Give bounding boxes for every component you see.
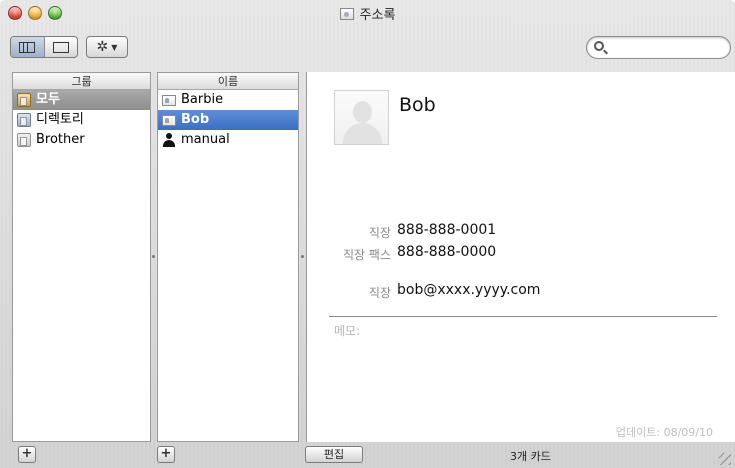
column-splitter-handle[interactable] — [152, 255, 155, 258]
title-bar: 주소록 ✲ ▼ — [0, 0, 735, 66]
group-item-all[interactable]: 모두 — [13, 90, 150, 110]
directory-icon — [17, 113, 31, 127]
add-group-button[interactable]: + — [18, 446, 36, 463]
group-icon — [17, 133, 31, 147]
work-fax-value[interactable]: 888-888-0000 — [397, 244, 496, 260]
updated-timestamp: 업데이트: 08/09/10 — [615, 426, 713, 439]
group-item-label: 디렉토리 — [36, 112, 84, 127]
group-icon — [17, 93, 31, 107]
address-book-icon — [339, 8, 354, 20]
person-icon — [162, 133, 176, 147]
view-mode-segmented-control — [10, 36, 78, 58]
chevron-down-icon: ▼ — [111, 42, 118, 52]
name-item-label: Barbie — [181, 92, 224, 107]
work-phone-value[interactable]: 888-888-0001 — [397, 222, 496, 238]
edit-button[interactable]: 편집 — [305, 446, 363, 463]
groups-column-header: 그룹 — [13, 73, 150, 90]
contact-photo[interactable] — [334, 90, 389, 145]
group-item-label: 모두 — [36, 92, 60, 107]
names-column-header: 이름 — [158, 73, 298, 90]
card-count-status: 3개 카드 — [510, 450, 551, 463]
window-title-text: 주소록 — [359, 8, 396, 23]
window-title: 주소록 — [0, 4, 735, 23]
search-icon — [594, 41, 604, 51]
card-icon — [162, 114, 176, 126]
name-item-bob[interactable]: Bob — [158, 110, 298, 130]
work-fax-label[interactable]: 직장 팩스 — [307, 246, 391, 263]
name-item-manual[interactable]: manual — [158, 130, 298, 150]
gear-icon: ✲ — [96, 39, 109, 55]
group-item-label: Brother — [36, 132, 85, 147]
name-item-label: manual — [181, 132, 230, 147]
bottom-toolbar: + + 편집 3개 카드 — [0, 442, 735, 468]
card-view-icon — [52, 41, 69, 53]
action-menu-button[interactable]: ✲ ▼ — [86, 36, 128, 58]
contact-name: Bob — [399, 94, 436, 116]
three-column-view-button[interactable] — [11, 37, 44, 57]
card-only-view-button[interactable] — [43, 37, 78, 57]
contact-card: Bob 직장 888-888-0001 직장 팩스 888-888-0000 직… — [306, 72, 735, 442]
work-phone-label[interactable]: 직장 — [307, 224, 391, 241]
names-column: 이름 Barbie Bob manual — [157, 72, 299, 442]
name-item-barbie[interactable]: Barbie — [158, 90, 298, 110]
groups-column: 그룹 모두 디렉토리 Brother — [12, 72, 151, 442]
resize-grip-icon[interactable] — [719, 453, 731, 465]
memo-divider — [329, 316, 717, 317]
avatar-placeholder-head — [353, 101, 372, 123]
search-field[interactable] — [586, 36, 731, 59]
group-item-brother[interactable]: Brother — [13, 130, 150, 150]
card-icon — [162, 94, 176, 106]
column-splitter-handle[interactable] — [301, 255, 304, 258]
memo-field[interactable]: 메모: — [334, 322, 360, 339]
columns-icon — [19, 41, 36, 53]
work-email-value[interactable]: bob@xxxx.yyyy.com — [397, 282, 540, 298]
add-person-button[interactable]: + — [157, 446, 175, 463]
address-book-window: 주소록 ✲ ▼ 그룹 모두 디렉토리 Brother 이름 Barbie Bob… — [0, 0, 735, 468]
name-item-label: Bob — [181, 112, 210, 127]
work-email-label[interactable]: 직장 — [307, 284, 391, 301]
group-item-directory[interactable]: 디렉토리 — [13, 110, 150, 130]
avatar-placeholder-body — [343, 123, 382, 144]
